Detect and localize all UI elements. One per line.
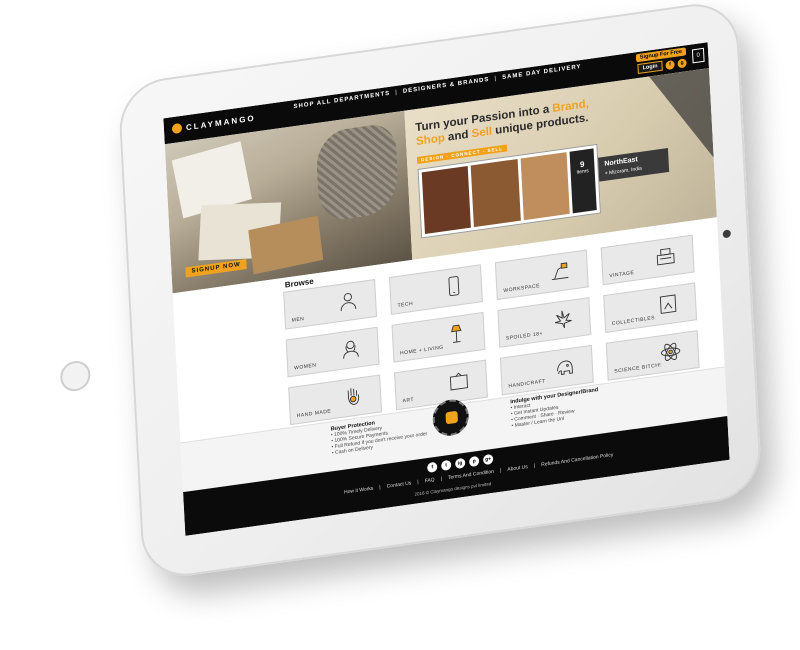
hand-icon <box>347 388 360 405</box>
site-logo[interactable]: CLAYMANGO <box>171 113 256 135</box>
nav-separator: | <box>494 75 498 83</box>
knitted-fabric <box>315 122 400 223</box>
footer-link-terms[interactable]: Terms And Condition <box>448 469 494 481</box>
item-count-label: Items <box>576 168 589 176</box>
headline-sell: Sell <box>471 125 493 141</box>
buyer-protection: Buyer Protection • 100% Timely Delivery … <box>330 413 427 456</box>
footer-link-about[interactable]: About Us <box>507 464 528 473</box>
category-collectibles[interactable]: COLLECTIBLES <box>603 282 698 333</box>
category-label: SPOILED 18+ <box>505 330 544 342</box>
footer-separator: | <box>440 476 443 483</box>
login-button[interactable]: Login <box>637 60 663 75</box>
category-label: WORKSPACE <box>503 283 541 295</box>
signup-now-button[interactable]: SIGNUP NOW <box>185 258 247 278</box>
footer-link-faq[interactable]: FAQ <box>424 477 434 484</box>
mango-logo-icon <box>171 122 183 135</box>
category-label: SCIENCE BITCH! <box>614 362 662 375</box>
region-card[interactable]: NorthEast ⌖ Mizoram, India <box>598 147 670 182</box>
nav-separator: | <box>395 89 399 96</box>
product-mockup: CLAYMANGO SHOP ALL DEPARTMENTS | DESIGNE… <box>0 0 800 650</box>
frame-icon <box>659 294 677 314</box>
category-label: HANDICRAFT <box>508 378 546 390</box>
item-count: 9 Items <box>569 148 597 214</box>
category-label: HOME + LIVING <box>399 344 444 357</box>
picture-frame-icon <box>449 372 469 391</box>
headline-shop: Shop <box>415 132 446 149</box>
facebook-icon[interactable]: f <box>426 461 438 473</box>
category-tech[interactable]: TECH <box>389 264 483 315</box>
product-thumb[interactable] <box>470 159 521 228</box>
category-women[interactable]: WOMEN <box>285 326 380 378</box>
tablet-screen: CLAYMANGO SHOP ALL DEPARTMENTS | DESIGNE… <box>163 42 730 536</box>
footer-separator: | <box>499 467 502 474</box>
floor-lamp-icon <box>451 324 462 343</box>
footer-link-contact[interactable]: Contact Us <box>386 480 411 489</box>
tablet-device: CLAYMANGO SHOP ALL DEPARTMENTS | DESIGNE… <box>59 0 763 582</box>
facebook-icon[interactable]: f <box>665 59 675 70</box>
nav-shop-all[interactable]: SHOP ALL DEPARTMENTS <box>293 91 390 110</box>
logo-text: CLAYMANGO <box>185 113 256 132</box>
lamp-icon <box>551 262 569 281</box>
category-vintage[interactable]: VINTAGE <box>600 234 695 286</box>
home-button[interactable] <box>59 359 92 394</box>
category-workspace[interactable]: WORKSPACE <box>494 249 589 301</box>
leaf-icon <box>554 310 572 329</box>
footer-separator: | <box>417 479 419 486</box>
cart-icon[interactable]: 0 <box>691 47 705 64</box>
headline-and: and <box>444 128 472 145</box>
instagram-icon[interactable]: ig <box>454 457 466 470</box>
nav-same-day[interactable]: SAME DAY DELIVERY <box>502 64 582 81</box>
google-icon[interactable]: g <box>677 57 687 68</box>
camera-icon <box>722 229 731 239</box>
hero-headline: Turn your Passion into a Brand, Shop and… <box>415 97 590 149</box>
category-spoiled-18[interactable]: SPOILED 18+ <box>497 297 592 348</box>
woman-icon <box>343 340 359 359</box>
twitter-icon[interactable]: t <box>440 459 452 472</box>
man-icon <box>340 293 357 312</box>
category-home-living[interactable]: HOME + LIVING <box>391 311 486 363</box>
footer-separator: | <box>379 484 381 491</box>
mango-logo-icon <box>445 410 459 425</box>
category-label: MEN <box>291 316 305 324</box>
nav-designers[interactable]: DESIGNERS & BRANDS <box>403 77 490 95</box>
category-label: HAND MADE <box>296 408 332 420</box>
atom-icon <box>660 342 681 361</box>
category-label: VINTAGE <box>609 269 635 280</box>
footer-separator: | <box>533 462 536 470</box>
product-thumb[interactable] <box>421 165 472 235</box>
category-label: TECH <box>397 300 414 309</box>
category-label: COLLECTIBLES <box>611 315 656 328</box>
footer-link-refunds[interactable]: Refunds And Cancellation Policy <box>541 452 613 468</box>
footer-link-how-it-works[interactable]: How it Works <box>344 486 374 496</box>
elephant-icon <box>557 360 573 375</box>
phone-icon <box>448 276 460 297</box>
pinterest-icon[interactable]: p <box>468 455 480 468</box>
product-thumb[interactable] <box>520 152 570 221</box>
region-location-text: Mizoram, India <box>608 165 643 177</box>
category-label: ART <box>402 396 415 405</box>
google-plus-icon[interactable]: g+ <box>482 453 494 466</box>
typewriter-icon <box>656 247 675 266</box>
indulge-designer: Indulge with your Designer/Brand • Inter… <box>510 387 599 429</box>
account-area: Signup For Free Login f g <box>635 47 687 75</box>
category-label: WOMEN <box>294 362 317 372</box>
